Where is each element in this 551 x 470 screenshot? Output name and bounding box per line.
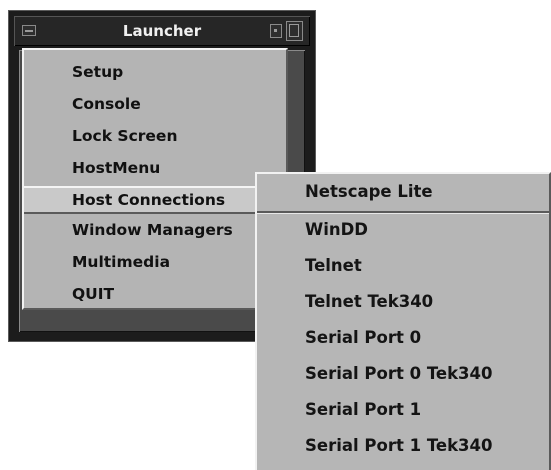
- submenu-item-windd[interactable]: WinDD: [305, 214, 368, 246]
- host-connections-submenu: Netscape Lite WinDD Telnet Telnet Tek340…: [255, 172, 551, 470]
- menu-item-label: Host Connections: [72, 191, 226, 209]
- maximize-icon[interactable]: [286, 21, 303, 41]
- launcher-menu: Setup Console Lock Screen HostMenu Windo…: [22, 48, 288, 310]
- menu-item-console[interactable]: Console: [72, 90, 141, 118]
- menu-item-lock-screen[interactable]: Lock Screen: [72, 122, 177, 150]
- title-bar[interactable]: Launcher: [14, 16, 310, 46]
- submenu-item-serial-port-0-tek340[interactable]: Serial Port 0 Tek340: [305, 358, 493, 390]
- menu-item-window-managers[interactable]: Window Managers: [72, 216, 233, 244]
- submenu-divider: [257, 211, 549, 214]
- menu-item-quit[interactable]: QUIT: [72, 280, 114, 308]
- submenu-item-telnet[interactable]: Telnet: [305, 250, 362, 282]
- submenu-item-serial-port-1-tek340[interactable]: Serial Port 1 Tek340: [305, 430, 493, 462]
- minimize-icon[interactable]: [270, 24, 282, 38]
- window-title: Launcher: [122, 22, 202, 40]
- desktop: Launcher Setup Console Lock Screen HostM…: [0, 0, 551, 470]
- submenu-item-telnet-tek340[interactable]: Telnet Tek340: [305, 286, 433, 318]
- submenu-item-netscape-lite[interactable]: Netscape Lite: [305, 176, 433, 208]
- menu-item-host-connections[interactable]: Host Connections: [24, 186, 258, 214]
- menu-item-multimedia[interactable]: Multimedia: [72, 248, 170, 276]
- submenu-item-serial-port-1[interactable]: Serial Port 1: [305, 394, 421, 426]
- submenu-item-serial-port-0[interactable]: Serial Port 0: [305, 322, 421, 354]
- menu-item-setup[interactable]: Setup: [72, 58, 123, 86]
- menu-item-hostmenu[interactable]: HostMenu: [72, 154, 160, 182]
